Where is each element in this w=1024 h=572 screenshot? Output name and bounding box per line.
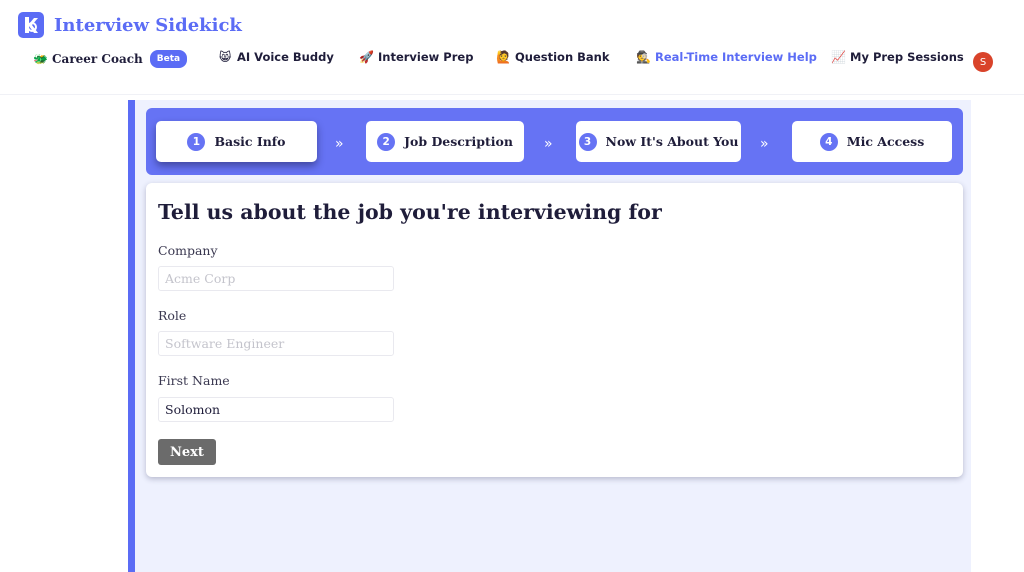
rocket-icon: 🚀 [359,50,374,64]
cat-face-icon: 😸 [218,50,232,64]
step-job-description[interactable]: 2 Job Description [366,121,524,162]
first-name-input[interactable] [158,397,394,422]
raising-hand-icon: 🙋 [496,50,511,64]
nav-my-prep-sessions[interactable]: 📈 My Prep Sessions [831,50,964,64]
nav-interview-prep[interactable]: 🚀 Interview Prep [359,50,473,64]
chart-increasing-icon: 📈 [831,50,846,64]
step-separator-icon: » [760,136,769,152]
step-label: Basic Info [214,134,286,149]
step-number: 4 [819,132,838,151]
step-basic-info[interactable]: 1 Basic Info [156,121,317,162]
company-input[interactable] [158,266,394,291]
step-number: 2 [377,132,396,151]
nav-item-label: AI Voice Buddy [237,50,334,64]
step-number: 3 [578,132,597,151]
brand[interactable]: Interview Sidekick [18,12,242,38]
stepper: 1 Basic Info » 2 Job Description » 3 Now… [146,108,963,175]
step-separator-icon: » [544,136,553,152]
nav-career-coach[interactable]: 🐲 Career Coach Beta [33,50,188,68]
company-label: Company [158,243,218,258]
nav-item-label: Interview Prep [378,50,474,64]
nav-item-label: Question Bank [515,50,610,64]
role-input[interactable] [158,331,394,356]
form-title: Tell us about the job you're interviewin… [158,200,662,224]
dragon-icon: 🐲 [33,52,48,66]
nav-ai-voice-buddy[interactable]: 😸 AI Voice Buddy [218,50,334,64]
app-logo-icon [18,12,44,38]
detective-icon: 🕵 [636,50,651,64]
step-label: Now It's About You [605,134,739,149]
nav-item-label: Real-Time Interview Help [655,50,817,64]
user-avatar[interactable]: S [973,52,993,72]
beta-badge: Beta [149,50,188,68]
app-name: Interview Sidekick [54,14,242,36]
header-divider [0,94,1024,95]
step-mic-access[interactable]: 4 Mic Access [792,121,952,162]
step-number: 1 [187,132,206,151]
step-label: Mic Access [846,134,925,149]
nav-item-label: My Prep Sessions [850,50,964,64]
next-button[interactable]: Next [158,439,216,465]
nav-question-bank[interactable]: 🙋 Question Bank [496,50,610,64]
nav-real-time-interview-help[interactable]: 🕵 Real-Time Interview Help [636,50,817,64]
job-info-form: Tell us about the job you're interviewin… [146,183,963,477]
step-label: Job Description [404,134,513,149]
step-now-its-about-you[interactable]: 3 Now It's About You [576,121,741,162]
first-name-label: First Name [158,373,230,388]
role-label: Role [158,308,187,323]
nav-item-label: Career Coach [52,52,143,66]
top-nav: 🐲 Career Coach Beta 😸 AI Voice Buddy 🚀 I… [0,50,1024,72]
step-separator-icon: » [335,136,344,152]
